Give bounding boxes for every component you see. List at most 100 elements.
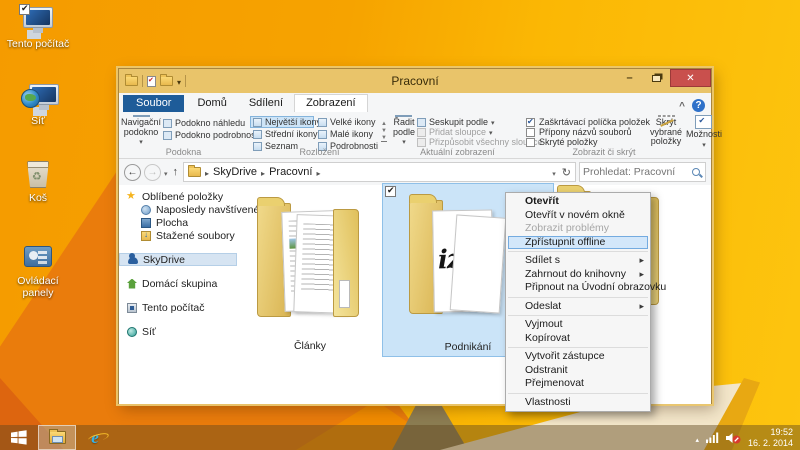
- sort-by-button[interactable]: Řadit podle: [393, 114, 415, 146]
- folder-tile-clanky[interactable]: Články: [241, 187, 379, 355]
- breadcrumb-segment-skydrive[interactable]: SkyDrive: [213, 166, 257, 178]
- sidebar-item-homegroup[interactable]: Domácí skupina: [119, 277, 237, 290]
- options-icon: [695, 115, 712, 129]
- taskbar-internet-explorer-button[interactable]: e: [76, 425, 114, 450]
- qat-customize-caret-icon[interactable]: [177, 72, 181, 90]
- search-input[interactable]: [583, 166, 691, 178]
- recent-places-icon: [141, 205, 151, 215]
- desktop-icon-label: Tento počítač: [6, 38, 70, 50]
- desktop: Tento počítač Síť Koš Ovládací panely Pr…: [0, 0, 800, 450]
- breadcrumb[interactable]: SkyDrive Pracovní: [183, 162, 576, 182]
- desktop-icon-recycle-bin[interactable]: Koš: [6, 160, 70, 204]
- start-button[interactable]: [0, 425, 38, 450]
- menu-item-rename[interactable]: Přejmenovat: [506, 377, 650, 391]
- breadcrumb-segment-pracovni[interactable]: Pracovní: [269, 166, 312, 178]
- item-checkboxes-option[interactable]: Zaškrtávací políčka položek: [526, 117, 650, 127]
- sidebar-item-network[interactable]: Síť: [119, 325, 237, 338]
- quick-access-toolbar: [119, 72, 186, 90]
- help-icon[interactable]: [692, 99, 705, 112]
- file-explorer-icon: [49, 431, 66, 444]
- options-button[interactable]: Možnosti: [686, 114, 722, 150]
- item-checkbox-icon[interactable]: [385, 186, 396, 197]
- forward-button[interactable]: [144, 164, 161, 181]
- volume-muted-icon[interactable]: [726, 432, 741, 444]
- new-folder-icon[interactable]: [160, 76, 173, 86]
- menu-item-pin-to-start[interactable]: Připnout na Úvodní obrazovku: [506, 281, 650, 295]
- menu-item-cut[interactable]: Vyjmout: [506, 318, 650, 332]
- sidebar-item-skydrive[interactable]: SkyDrive: [119, 253, 237, 266]
- more-layouts-icon[interactable]: ▼: [381, 135, 387, 142]
- tab-home[interactable]: Domů: [186, 95, 237, 112]
- tab-view[interactable]: Zobrazení: [294, 94, 368, 112]
- address-dropdown-caret-icon[interactable]: [552, 163, 556, 181]
- explorer-icon[interactable]: [125, 76, 138, 86]
- desktop-icon-label: Koš: [6, 192, 70, 204]
- sidebar-item-this-pc[interactable]: Tento počítač: [119, 301, 237, 314]
- menu-item-include-in-library[interactable]: Zahrnout do knihovny: [506, 268, 650, 282]
- group-label: Rozložení: [248, 147, 391, 158]
- menu-item-send-to[interactable]: Odeslat: [506, 300, 650, 314]
- menu-item-open-new-window[interactable]: Otevřít v novém okně: [506, 209, 650, 223]
- menu-item-make-available-offline[interactable]: Zpřístupnit offline: [508, 236, 648, 250]
- scroll-up-icon[interactable]: ▲: [381, 121, 387, 127]
- menu-separator: [508, 393, 648, 394]
- sidebar-item-favorites[interactable]: Oblíbené položky: [119, 190, 237, 203]
- minimize-button[interactable]: [616, 69, 643, 87]
- properties-icon[interactable]: [147, 76, 156, 87]
- up-button[interactable]: [171, 166, 181, 178]
- menu-item-open[interactable]: Otevřít: [506, 195, 650, 209]
- unchecked-checkbox-icon[interactable]: [526, 138, 535, 147]
- menu-item-delete[interactable]: Odstranit: [506, 364, 650, 378]
- layout-option-medium-icons[interactable]: Střední ikony: [250, 128, 314, 140]
- menu-item-create-shortcut[interactable]: Vytvořit zástupce: [506, 350, 650, 364]
- show-hidden-icons-chevron-icon[interactable]: [695, 429, 699, 447]
- sidebar-item-desktop[interactable]: Plocha: [119, 216, 237, 229]
- ribbon-group-show-hide: Zaškrtávací políčka položek Přípony názv…: [524, 112, 684, 158]
- downloads-icon: [141, 231, 151, 241]
- divider: [185, 75, 186, 87]
- large-icons-icon: [318, 118, 327, 127]
- search-box[interactable]: [579, 162, 706, 182]
- taskbar: e 19:52 16. 2. 2014: [0, 425, 800, 450]
- maximize-button[interactable]: [643, 69, 670, 87]
- layout-option-small-icons[interactable]: Malé ikony: [315, 128, 379, 140]
- layout-option-largest-icons[interactable]: Největší ikony: [250, 116, 314, 128]
- menu-item-view-problems[interactable]: Zobrazit problémy: [506, 222, 650, 236]
- scroll-down-icon[interactable]: ▼: [381, 128, 387, 134]
- item-checkbox-icon[interactable]: [19, 4, 30, 15]
- ribbon-group-layout: Největší ikony Velké ikony Střední ikony…: [248, 112, 391, 158]
- file-extensions-option[interactable]: Přípony názvů souborů: [526, 127, 650, 137]
- clock[interactable]: 19:52 16. 2. 2014: [748, 427, 793, 448]
- title-bar[interactable]: Pracovní: [119, 69, 711, 93]
- add-columns-icon: [417, 128, 426, 137]
- favorites-star-icon: [127, 192, 137, 202]
- hide-selected-button[interactable]: Skrýt vybrané položky: [650, 114, 682, 146]
- desktop-icon-network[interactable]: Síť: [6, 83, 70, 127]
- back-button[interactable]: [124, 164, 141, 181]
- desktop-icon-control-panel[interactable]: Ovládací panely: [6, 243, 70, 299]
- unchecked-checkbox-icon[interactable]: [526, 128, 535, 137]
- ribbon-group-options: Možnosti: [684, 112, 724, 158]
- layout-option-large-icons[interactable]: Velké ikony: [315, 116, 379, 128]
- refresh-icon[interactable]: [562, 163, 571, 181]
- close-button[interactable]: [670, 69, 711, 87]
- sidebar-item-recent[interactable]: Naposledy navštívené: [119, 203, 237, 216]
- menu-item-properties[interactable]: Vlastnosti: [506, 396, 650, 410]
- sidebar-item-downloads[interactable]: Stažené soubory: [119, 229, 237, 242]
- group-label: Aktuální zobrazení: [391, 147, 524, 158]
- desktop-icon-this-pc[interactable]: Tento počítač: [6, 6, 70, 50]
- recycle-bin-icon: [27, 161, 49, 188]
- recent-locations-caret-icon[interactable]: [164, 163, 168, 181]
- taskbar-file-explorer-button[interactable]: [38, 425, 76, 450]
- hidden-items-option[interactable]: Skryté položky: [526, 137, 650, 147]
- windows-logo-icon: [11, 430, 27, 445]
- navigation-pane: Oblíbené položky Naposledy navštívené Pl…: [119, 185, 237, 404]
- menu-item-share-with[interactable]: Sdílet s: [506, 254, 650, 268]
- menu-item-copy[interactable]: Kopírovat: [506, 332, 650, 346]
- network-signal-icon[interactable]: [706, 432, 719, 443]
- tab-share[interactable]: Sdílení: [238, 95, 294, 112]
- tab-file[interactable]: Soubor: [123, 95, 184, 112]
- navigation-pane-button[interactable]: Navigační podokno: [121, 114, 161, 146]
- checked-checkbox-icon[interactable]: [526, 118, 535, 127]
- submenu-arrow-icon: [639, 300, 644, 314]
